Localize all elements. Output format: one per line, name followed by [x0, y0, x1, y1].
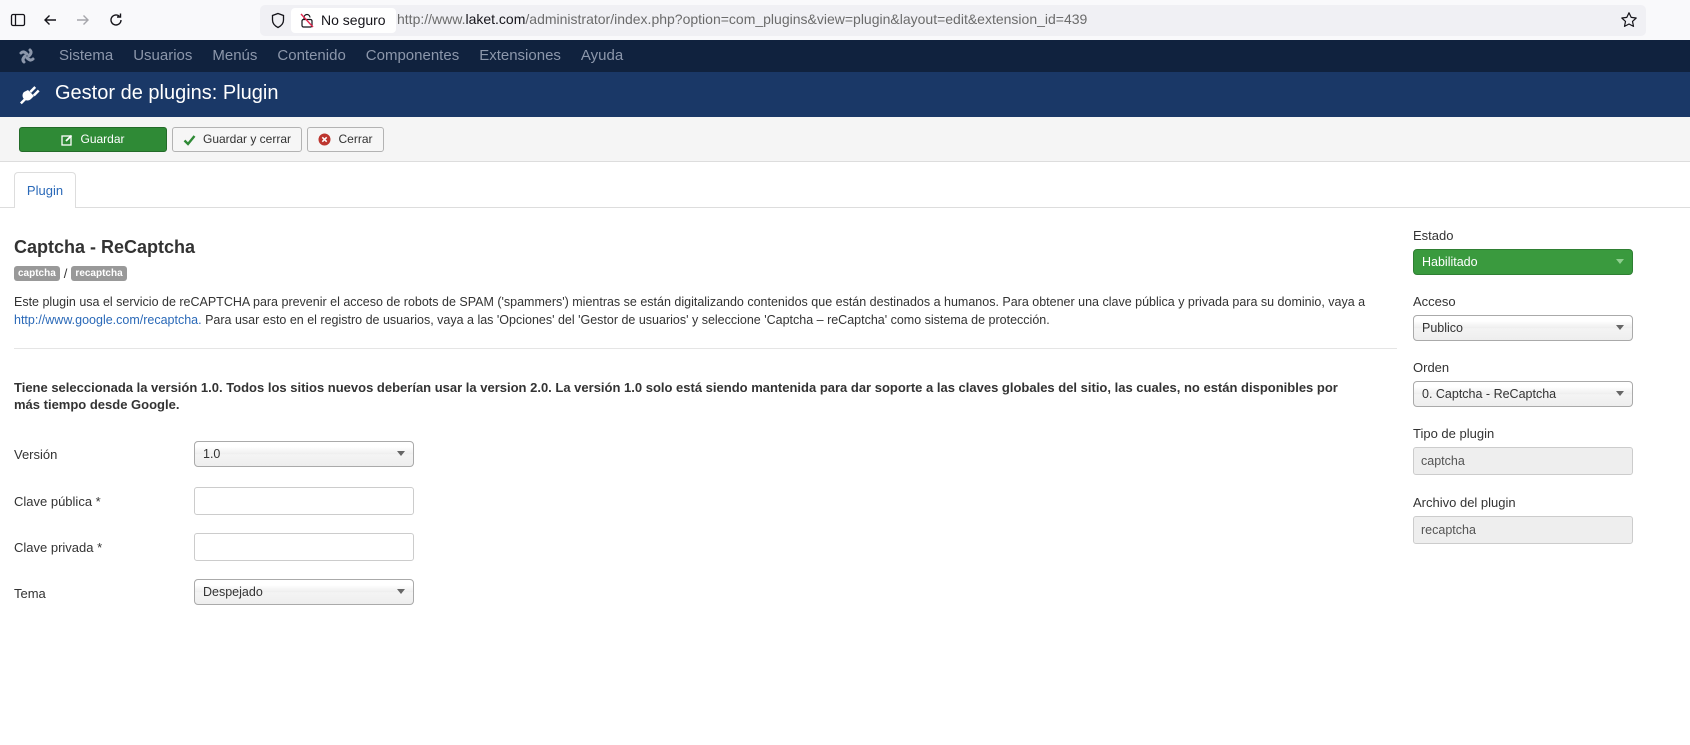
bookmark-star-icon[interactable]: [1620, 11, 1638, 29]
shield-icon[interactable]: [270, 12, 286, 29]
public-key-input[interactable]: [194, 487, 414, 515]
reload-icon[interactable]: [104, 8, 128, 32]
order-select[interactable]: 0. Captcha - ReCaptcha: [1413, 381, 1633, 407]
public-key-label: Clave pública *: [14, 494, 101, 509]
access-select[interactable]: Publico: [1413, 315, 1633, 341]
chevron-down-icon: [1616, 325, 1624, 330]
divider: [14, 348, 1397, 349]
chevron-down-icon: [397, 589, 405, 594]
sidebar-toggle-icon[interactable]: [6, 8, 30, 32]
version-label: Versión: [14, 447, 58, 462]
private-key-label: Clave privada *: [14, 540, 103, 555]
access-label: Acceso: [1413, 294, 1456, 309]
nav-item-extensiones[interactable]: Extensiones: [479, 40, 561, 72]
plugin-type-field: captcha: [1413, 447, 1633, 475]
tab-plugin[interactable]: Plugin: [14, 172, 76, 208]
tabs-divider: [0, 207, 1690, 208]
theme-label: Tema: [14, 586, 46, 601]
nav-item-usuarios[interactable]: Usuarios: [133, 40, 192, 72]
plugin-description: Este plugin usa el servicio de reCAPTCHA…: [14, 295, 1366, 327]
plugin-file-label: Archivo del plugin: [1413, 495, 1516, 510]
security-label: No seguro: [321, 12, 386, 28]
nav-item-menus[interactable]: Menús: [212, 40, 257, 72]
back-arrow-icon[interactable]: [38, 8, 62, 32]
admin-navbar: Sistema Usuarios Menús Contenido Compone…: [0, 40, 1690, 72]
edit-icon: [61, 134, 73, 146]
nav-item-contenido[interactable]: Contenido: [277, 40, 345, 72]
action-toolbar: Guardar Guardar y cerrar Cerrar: [0, 117, 1690, 162]
version-warning: Tiene seleccionada la versión 1.0. Todos…: [14, 380, 1338, 412]
plugin-badges: captcha / recaptcha: [14, 266, 127, 281]
order-label: Orden: [1413, 360, 1450, 375]
browser-toolbar: No seguro http://www.laket.com/administr…: [0, 0, 1690, 40]
plugin-file-field: recaptcha: [1413, 516, 1633, 544]
close-button[interactable]: Cerrar: [307, 127, 384, 152]
check-icon: [183, 134, 196, 146]
cancel-circle-icon: [318, 133, 331, 146]
recaptcha-link[interactable]: http://www.google.com/recaptcha.: [14, 313, 202, 327]
status-label: Estado: [1413, 228, 1454, 243]
plugin-type-label: Tipo de plugin: [1413, 426, 1495, 441]
chevron-down-icon: [397, 451, 405, 456]
insecure-lock-icon: [300, 13, 314, 28]
chevron-down-icon: [1616, 391, 1624, 396]
plug-icon: [19, 86, 40, 105]
nav-item-sistema[interactable]: Sistema: [59, 40, 113, 72]
url-bar[interactable]: No seguro http://www.laket.com/administr…: [260, 5, 1646, 36]
forward-arrow-icon[interactable]: [71, 8, 95, 32]
page-title: Gestor de plugins: Plugin: [55, 82, 279, 104]
badge-separator: /: [63, 266, 68, 281]
url-text[interactable]: http://www.laket.com/administrator/index…: [397, 11, 1087, 27]
version-select[interactable]: 1.0: [194, 441, 414, 467]
plugin-element-badge: recaptcha: [71, 266, 127, 281]
plugin-title: Captcha - ReCaptcha: [14, 237, 196, 257]
status-select[interactable]: Habilitado: [1413, 249, 1633, 275]
plugin-type-badge: captcha: [14, 266, 60, 281]
private-key-input[interactable]: [194, 533, 414, 561]
security-indicator[interactable]: No seguro: [291, 8, 396, 33]
joomla-logo-icon[interactable]: [18, 47, 36, 65]
nav-item-ayuda[interactable]: Ayuda: [581, 40, 623, 72]
save-and-close-button[interactable]: Guardar y cerrar: [172, 127, 302, 152]
save-button[interactable]: Guardar: [19, 127, 167, 152]
page-header: Gestor de plugins: Plugin: [0, 72, 1690, 117]
theme-select[interactable]: Despejado: [194, 579, 414, 605]
chevron-down-icon: [1616, 259, 1624, 264]
nav-item-componentes[interactable]: Componentes: [366, 40, 459, 72]
